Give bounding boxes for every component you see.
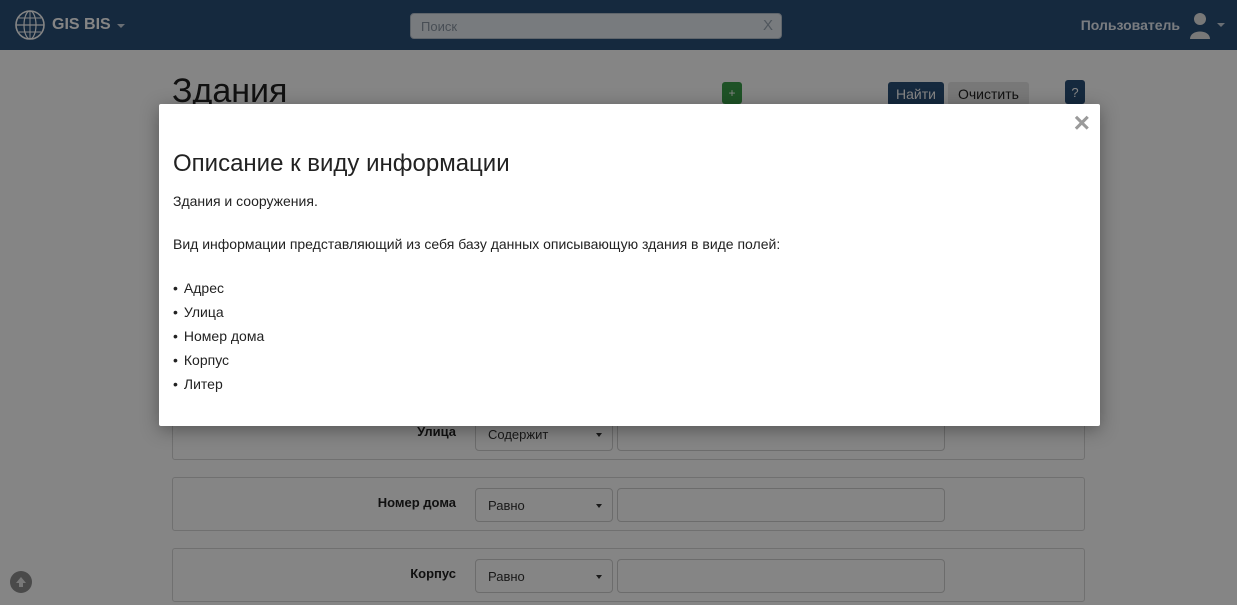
field-list: Адрес Улица Номер дома Корпус Литер — [173, 276, 264, 396]
list-item: Улица — [173, 300, 264, 324]
list-item: Номер дома — [173, 324, 264, 348]
list-item: Адрес — [173, 276, 264, 300]
modal-title: Описание к виду информации — [173, 150, 510, 177]
list-item: Литер — [173, 372, 264, 396]
modal-paragraph: Вид информации представляющий из себя ба… — [173, 236, 781, 252]
close-icon[interactable]: × — [1074, 108, 1090, 138]
modal-paragraph: Здания и сооружения. — [173, 193, 318, 209]
info-modal: × Описание к виду информации Здания и со… — [159, 104, 1100, 426]
list-item: Корпус — [173, 348, 264, 372]
